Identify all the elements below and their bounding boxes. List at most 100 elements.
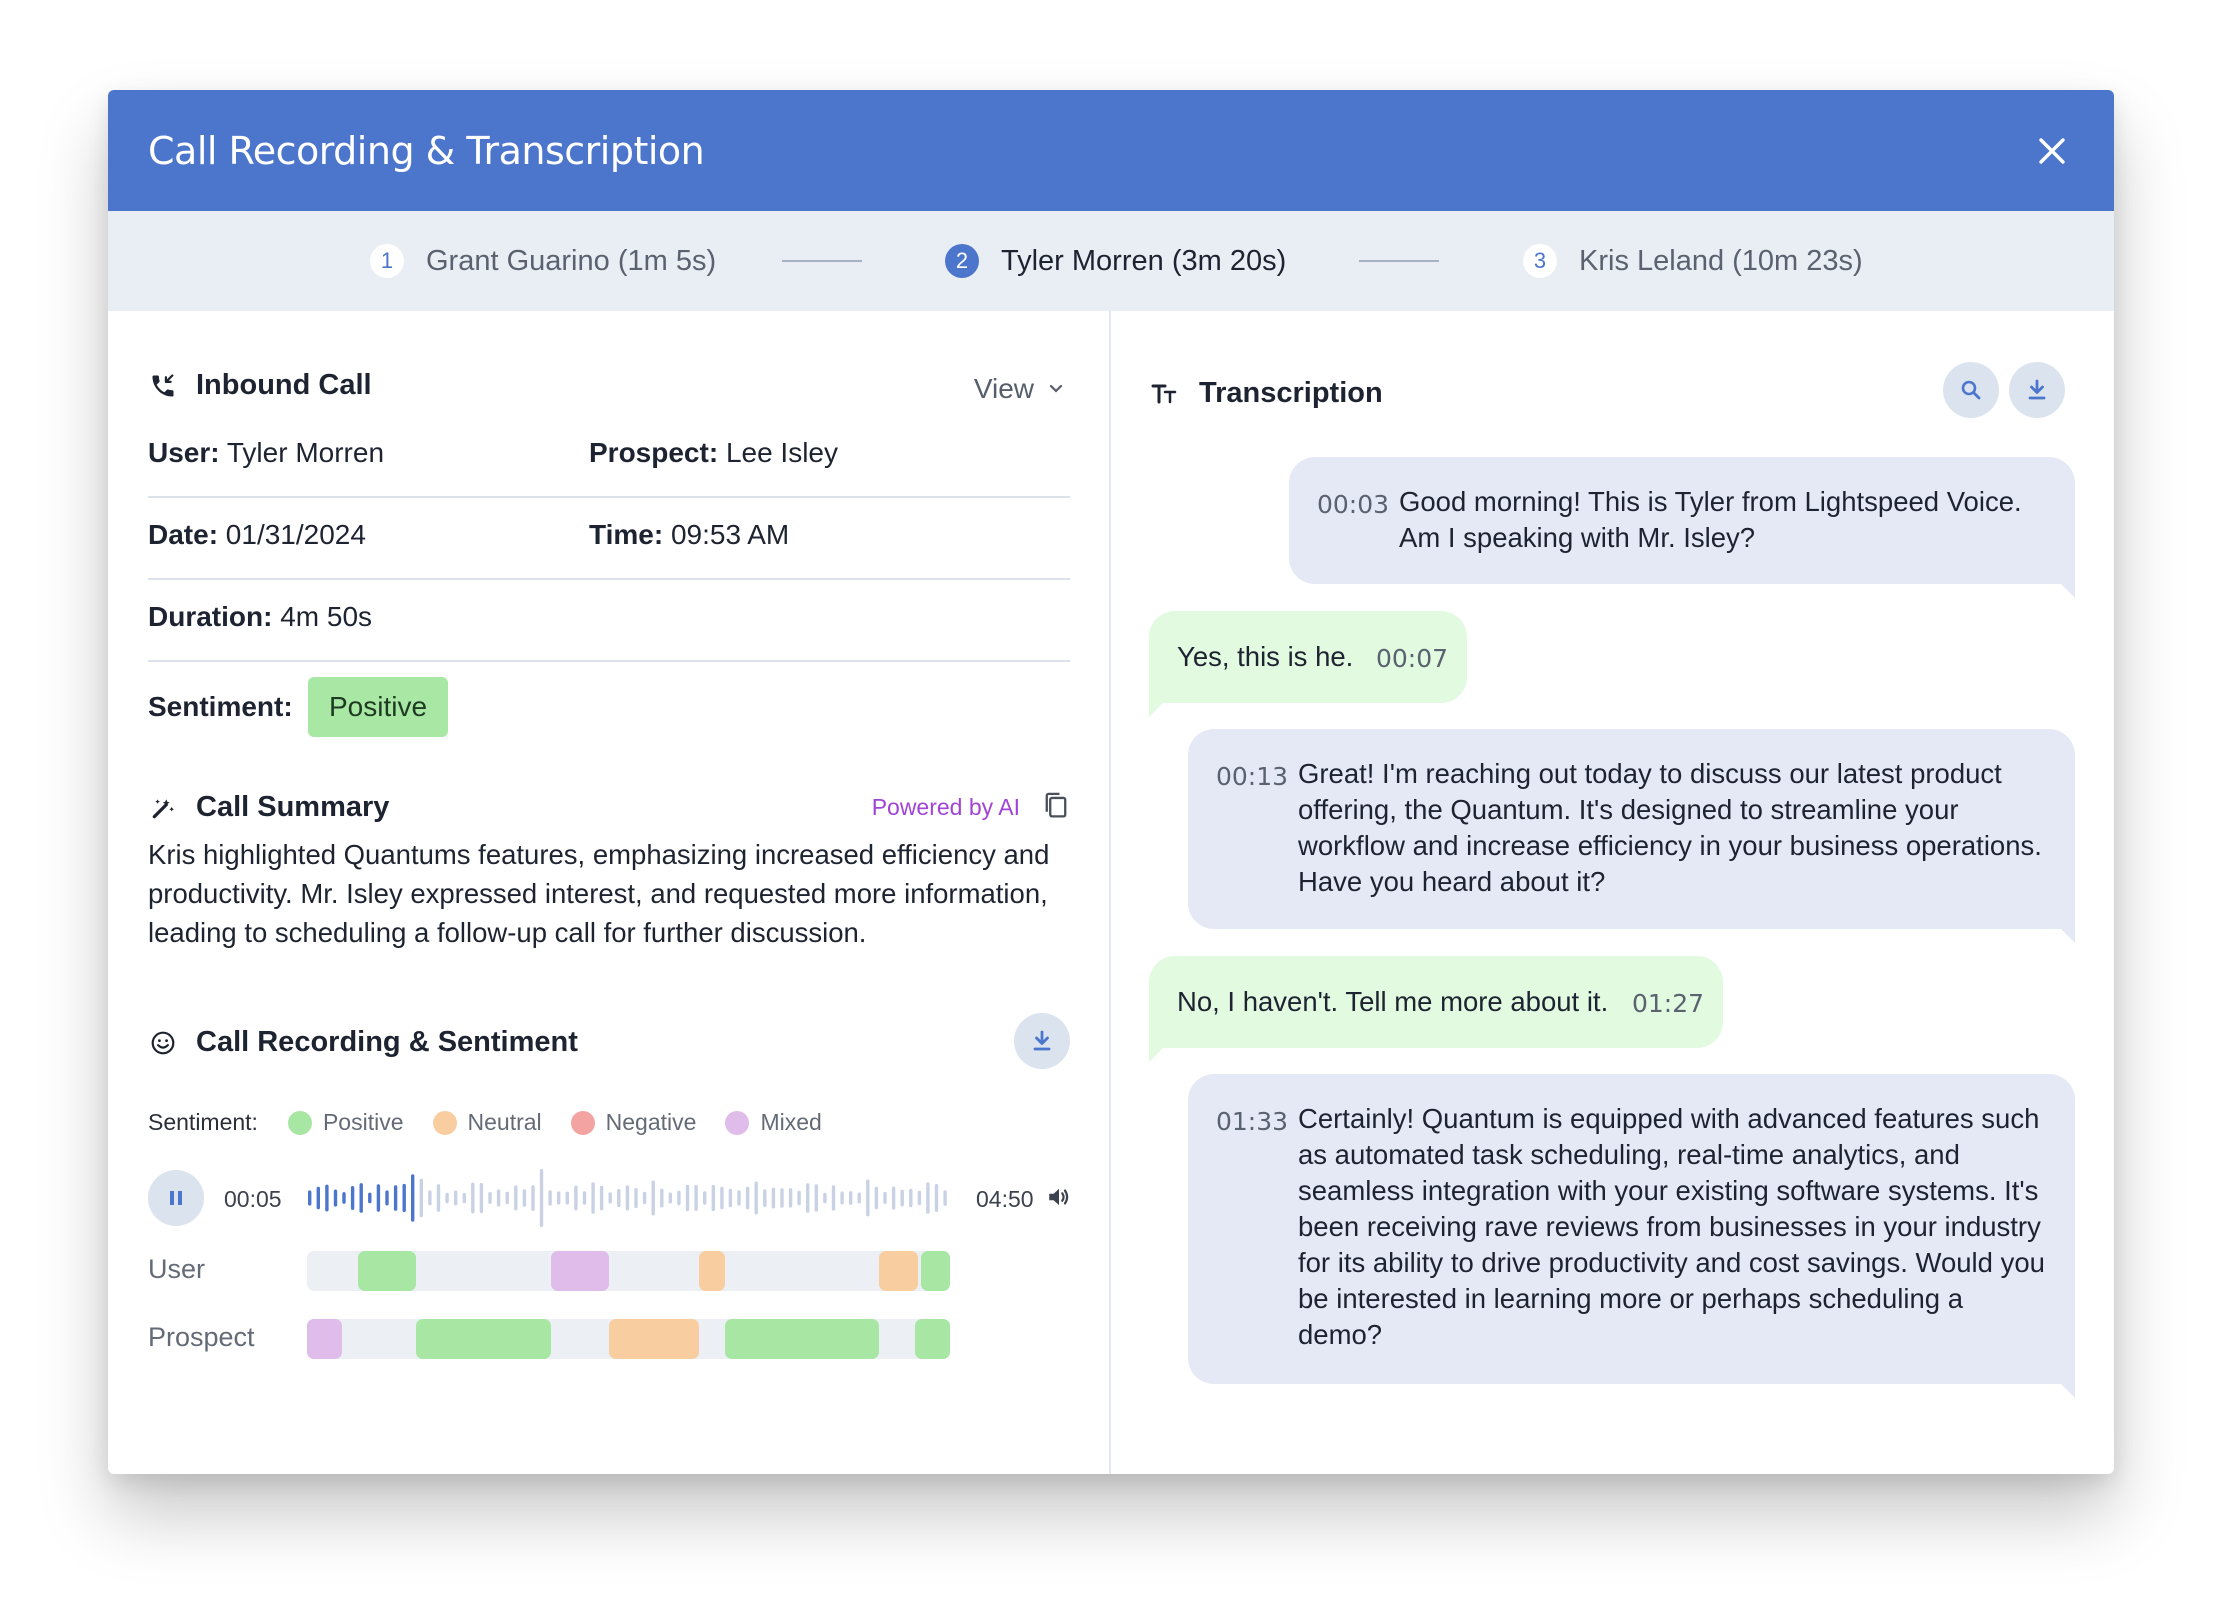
powered-by-ai: Powered by AI xyxy=(871,794,1020,820)
duration-row: Duration: 4m 50s xyxy=(148,601,1070,633)
waveform-bar xyxy=(368,1192,372,1204)
waveform-bar xyxy=(393,1185,398,1211)
recording-title: Call Recording & Sentiment xyxy=(196,1026,578,1058)
close-icon xyxy=(2039,137,2065,164)
user-sentiment-track[interactable] xyxy=(307,1251,950,1291)
modal-title: Call Recording & Transcription xyxy=(148,128,705,173)
waveform-bar xyxy=(728,1188,733,1208)
track-label-prospect: Prospect xyxy=(148,1322,255,1352)
step-number: 1 xyxy=(370,244,404,278)
waveform-bar xyxy=(642,1191,647,1205)
waveform-bar xyxy=(874,1186,879,1210)
waveform-bar xyxy=(385,1190,389,1206)
waveform-bar xyxy=(625,1185,630,1211)
time-label: Time: xyxy=(589,519,664,550)
user-label: User: xyxy=(148,437,220,468)
bubble-tail xyxy=(2061,929,2075,943)
waveform-bar xyxy=(359,1183,363,1213)
waveform-bar xyxy=(342,1192,346,1204)
waveform-bar xyxy=(745,1186,750,1210)
step-connector xyxy=(1359,260,1439,262)
message-text: Certainly! Quantum is equipped with adva… xyxy=(1298,1103,2045,1350)
duration-value: 4m 50s xyxy=(280,601,373,632)
sentiment-segment-neutral[interactable] xyxy=(699,1251,725,1291)
prospect-sentiment-track[interactable] xyxy=(307,1319,950,1359)
copy-icon xyxy=(1045,792,1067,818)
message-text: No, I haven't. Tell me more about it. xyxy=(1177,986,1609,1017)
sentiment-segment-mixed[interactable] xyxy=(307,1319,343,1359)
message-timestamp: 01:33 xyxy=(1216,1107,1289,1136)
sentiment-segment-positive[interactable] xyxy=(358,1251,417,1291)
waveform-bar xyxy=(926,1182,930,1214)
message-timestamp: 01:27 xyxy=(1632,989,1705,1018)
sentiment-segment-neutral[interactable] xyxy=(879,1251,918,1291)
volume-button[interactable] xyxy=(1046,1184,1072,1215)
waveform-bar xyxy=(943,1190,947,1206)
waveform-bar xyxy=(479,1182,484,1214)
audio-waveform[interactable] xyxy=(307,1166,951,1230)
step-3[interactable]: 3 Kris Leland (10m 23s) xyxy=(1523,211,1863,311)
waveform-bar xyxy=(788,1188,793,1208)
transcript-download-button[interactable] xyxy=(2009,362,2065,418)
waveform-bar xyxy=(754,1181,758,1215)
time-value: 09:53 AM xyxy=(670,519,790,550)
view-dropdown[interactable]: View xyxy=(974,373,1064,405)
waveform-bar xyxy=(411,1174,415,1222)
waveform-bar xyxy=(866,1179,870,1217)
sentiment-segment-positive[interactable] xyxy=(921,1251,950,1291)
volume-icon xyxy=(1049,1188,1069,1206)
waveform-bar xyxy=(737,1190,741,1206)
waveform-bar xyxy=(599,1185,604,1211)
duration-label: Duration: xyxy=(148,601,273,632)
smiley-icon xyxy=(148,1028,178,1058)
waveform-bar xyxy=(522,1189,527,1207)
waveform-bar xyxy=(934,1184,939,1212)
modal-header: Call Recording & Transcription xyxy=(108,90,2114,211)
panel-divider xyxy=(1109,311,1111,1474)
sentiment-segment-positive[interactable] xyxy=(914,1319,950,1359)
step-connector xyxy=(782,260,862,262)
sentiment-segment-positive[interactable] xyxy=(724,1319,880,1359)
legend-item-positive: Positive xyxy=(287,1109,404,1136)
sentiment-segment-neutral[interactable] xyxy=(609,1319,700,1359)
waveform-bar xyxy=(436,1184,441,1212)
waveform-bar xyxy=(591,1182,595,1214)
waveform-bar xyxy=(505,1191,509,1205)
recording-download-button[interactable] xyxy=(1014,1013,1070,1069)
waveform-bar xyxy=(685,1184,690,1212)
message-timestamp: 00:03 xyxy=(1317,490,1390,519)
transcription-title: Transcription xyxy=(1199,377,1383,409)
waveform-bar xyxy=(402,1183,406,1213)
step-1[interactable]: 1 Grant Guarino (1m 5s) xyxy=(370,211,716,311)
waveform-bar xyxy=(557,1191,561,1205)
copy-button[interactable] xyxy=(1042,791,1070,826)
pause-button[interactable] xyxy=(148,1170,204,1226)
pause-icon xyxy=(170,1191,182,1205)
search-button[interactable] xyxy=(1943,362,1999,418)
waveform-bar xyxy=(608,1192,612,1204)
call-details-panel: Inbound Call View User: Tyler Morren Pro… xyxy=(148,311,1070,1474)
waveform-bar xyxy=(917,1190,922,1206)
waveform-bar xyxy=(539,1169,544,1227)
prospect-label: Prospect: xyxy=(589,437,719,468)
message-text: Good morning! This is Tyler from Lightsp… xyxy=(1399,486,2022,553)
waveform-bar xyxy=(531,1185,535,1211)
waveform-bar xyxy=(651,1180,655,1216)
waveform-bar xyxy=(574,1185,578,1211)
bubble-tail xyxy=(1149,1048,1163,1062)
view-label: View xyxy=(973,373,1034,404)
close-button[interactable] xyxy=(2032,131,2072,171)
waveform-bar xyxy=(316,1186,320,1210)
chevron-down-icon xyxy=(1049,384,1063,393)
date-label: Date: xyxy=(148,519,219,550)
sentiment-segment-mixed[interactable] xyxy=(551,1251,610,1291)
download-icon xyxy=(1033,1030,1051,1051)
message-prospect: Yes, this is he. 00:07 xyxy=(1149,611,1467,703)
waveform-bar xyxy=(900,1189,904,1207)
waveform-bar xyxy=(445,1192,449,1204)
sentiment-segment-positive[interactable] xyxy=(416,1319,552,1359)
step-2[interactable]: 2 Tyler Morren (3m 20s) xyxy=(945,211,1286,311)
divider xyxy=(148,578,1070,580)
user-value: Tyler Morren xyxy=(226,437,385,468)
call-summary-title: Call Summary xyxy=(196,791,390,823)
